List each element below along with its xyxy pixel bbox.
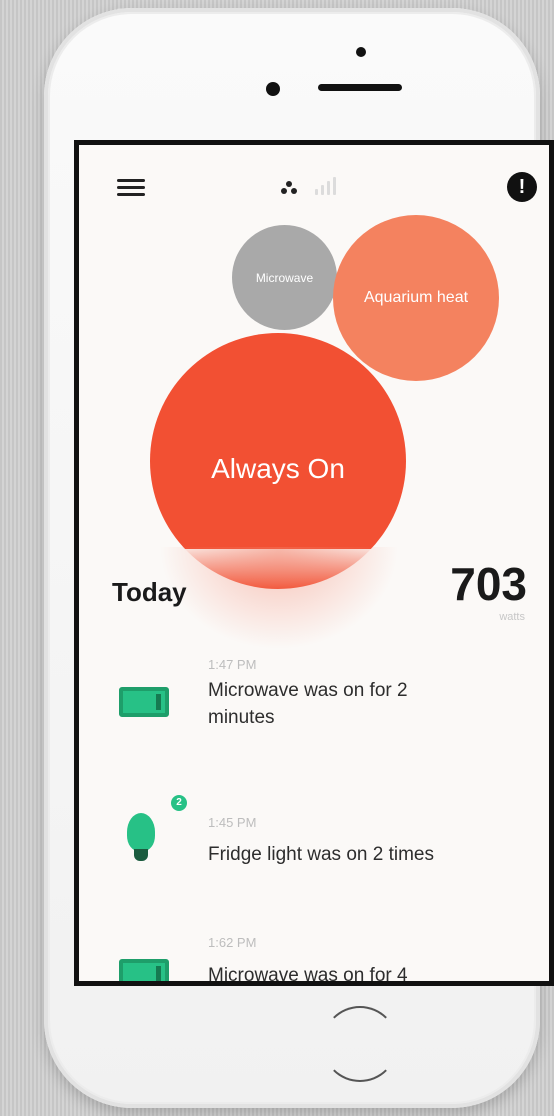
- feed-time: 1:45 PM: [208, 815, 257, 830]
- count-badge: 2: [171, 795, 187, 811]
- period-label: Today: [112, 577, 187, 607]
- bubble-microwave[interactable]: Microwave: [232, 225, 337, 330]
- feed-time: 1:62 PM: [208, 935, 257, 950]
- bubble-label: Aquarium heat: [363, 289, 469, 306]
- exclamation-alert-icon[interactable]: !: [507, 172, 537, 202]
- feed-time: 1:47 PM: [208, 657, 257, 672]
- total-watts-unit: watts: [499, 611, 525, 623]
- bubble-label: Always On: [211, 453, 345, 484]
- bubble-label: Microwave: [255, 270, 314, 285]
- three-dots-logo-icon: [281, 181, 297, 195]
- bubble-aquarium-heat[interactable]: Aquarium heat: [333, 215, 499, 381]
- feed-text: Microwave was on for 4: [208, 965, 408, 986]
- earpiece-speaker: [318, 84, 402, 91]
- feed-text: Fridge light was on 2 times: [208, 844, 434, 865]
- signal-bars-icon: [315, 177, 336, 195]
- feed-item[interactable]: 1:47 PM Microwave was on for 2 minutes: [79, 657, 549, 777]
- hamburger-menu-icon[interactable]: [117, 179, 145, 196]
- microwave-icon: [119, 687, 169, 717]
- total-watts-value: 703: [450, 558, 527, 610]
- microwave-icon: [119, 959, 169, 981]
- feed-item[interactable]: 2 1:45 PM Fridge light was on 2 times: [79, 785, 549, 905]
- light-bulb-icon: [123, 813, 163, 873]
- home-button[interactable]: [322, 1006, 398, 1082]
- feed-text: Microwave was on for 2 minutes: [208, 680, 408, 728]
- feed-item[interactable]: 1:62 PM Microwave was on for 4: [79, 925, 549, 986]
- front-camera-icon: [356, 47, 366, 57]
- app-screen: ! Microwave Aquarium heat Always On Toda…: [74, 140, 554, 986]
- proximity-sensor-icon: [266, 82, 280, 96]
